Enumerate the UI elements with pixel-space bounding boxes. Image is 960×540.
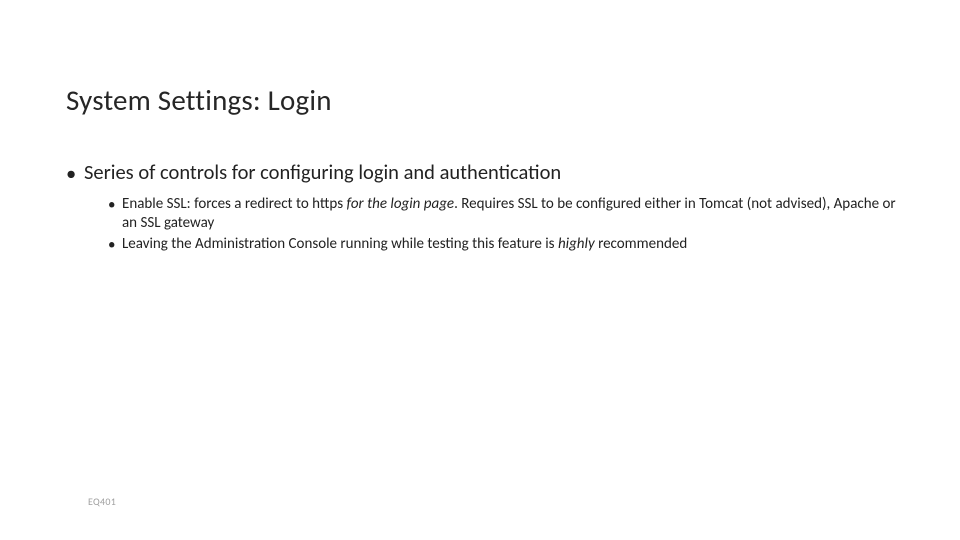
slide: System Settings: Login • Series of contr… — [0, 0, 960, 540]
bullet-text-italic: highly — [558, 235, 595, 253]
bullet-dot-icon: • — [108, 195, 122, 233]
bullet-level1: • Series of controls for configuring log… — [66, 160, 906, 187]
slide-title: System Settings: Login — [66, 82, 332, 118]
bullet-level2: • Enable SSL: forces a redirect to https… — [108, 195, 906, 233]
footer-code: EQ401 — [88, 495, 116, 508]
bullet-text-italic: for the login page — [346, 195, 454, 213]
bullet-dot-icon: • — [108, 235, 122, 255]
bullet-text-part: recommended — [595, 235, 688, 253]
bullet-dot-icon: • — [66, 160, 84, 187]
slide-content: • Series of controls for configuring log… — [66, 160, 906, 257]
bullet-level2: • Leaving the Administration Console run… — [108, 235, 906, 255]
bullet-text: Enable SSL: forces a redirect to https f… — [122, 195, 906, 233]
bullet-text-part: Enable SSL: forces a redirect to https — [122, 195, 346, 213]
bullet-text: Leaving the Administration Console runni… — [122, 235, 687, 255]
bullet-text: Series of controls for configuring login… — [84, 160, 561, 187]
bullet-text-part: Leaving the Administration Console runni… — [122, 235, 558, 253]
